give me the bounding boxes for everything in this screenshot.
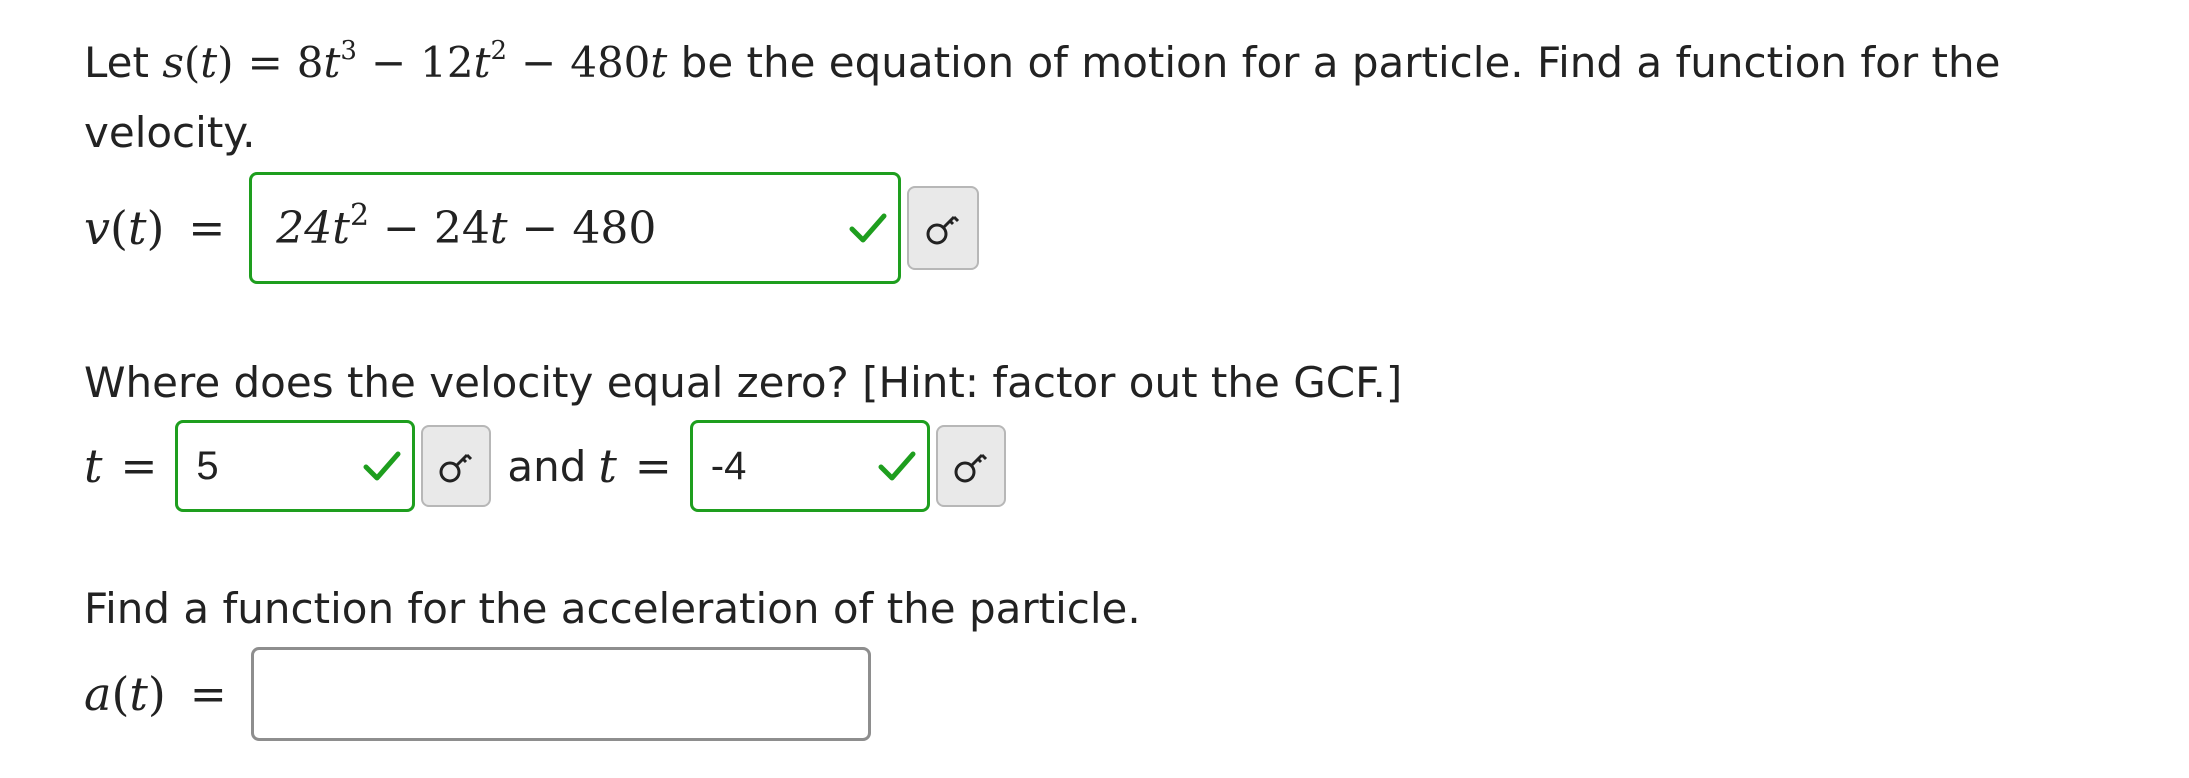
check-mark-icon	[849, 213, 887, 243]
zeros-equals-2: =	[634, 440, 672, 492]
acceleration-question: Find a function for the acceleration of …	[84, 584, 1141, 633]
position-equation: s(t) = 8t3−12t2−480t	[162, 36, 668, 87]
zeros-question: Where does the velocity equal zero? [Hin…	[84, 358, 1403, 407]
acceleration-row: a(t) =	[84, 646, 2124, 742]
zero-answer-field-1[interactable]: 5	[175, 420, 416, 512]
key-icon	[439, 453, 473, 483]
intro-prefix: Let	[84, 38, 149, 87]
zeros-var-label-1: t	[84, 439, 103, 493]
zeros-var-label-2: t	[598, 439, 617, 493]
problem-statement-line2: velocity.	[84, 108, 256, 157]
key-icon	[926, 215, 960, 245]
zero-answer-field-2[interactable]: -4	[689, 420, 930, 512]
velocity-row: v(t) = 24t2 − 24t − 480	[84, 170, 2124, 286]
zero-key-button-1[interactable]	[421, 425, 492, 507]
zero-answer-value-1: 5	[196, 443, 219, 488]
velocity-answer-field[interactable]: 24t2 − 24t − 480	[249, 172, 902, 284]
problem-statement: Let s(t) = 8t3−12t2−480t be the equation o…	[84, 28, 2124, 98]
zeros-row: t = 5 and t = -4	[84, 420, 2124, 512]
velocity-equals: =	[188, 202, 226, 254]
zeros-equals-1: =	[120, 440, 158, 492]
key-icon	[954, 453, 987, 483]
question-container: Let s(t) = 8t3−12t2−480t be the equation o…	[84, 28, 2124, 742]
check-mark-icon	[363, 451, 401, 481]
velocity-key-button[interactable]	[907, 186, 980, 270]
zero-answer-value-2: -4	[710, 443, 747, 488]
zero-key-button-2[interactable]	[935, 425, 1006, 507]
acceleration-equals: =	[189, 668, 227, 720]
velocity-answer-value: 24t2 − 24t − 480	[276, 197, 657, 254]
intro-suffix: be the equation of motion for a particle…	[680, 38, 2001, 87]
check-mark-icon	[878, 451, 916, 481]
zeros-connector: and	[507, 441, 587, 491]
acceleration-answer-field[interactable]	[250, 647, 871, 741]
velocity-label: v(t)	[84, 201, 165, 255]
acceleration-label: a(t)	[84, 667, 166, 721]
